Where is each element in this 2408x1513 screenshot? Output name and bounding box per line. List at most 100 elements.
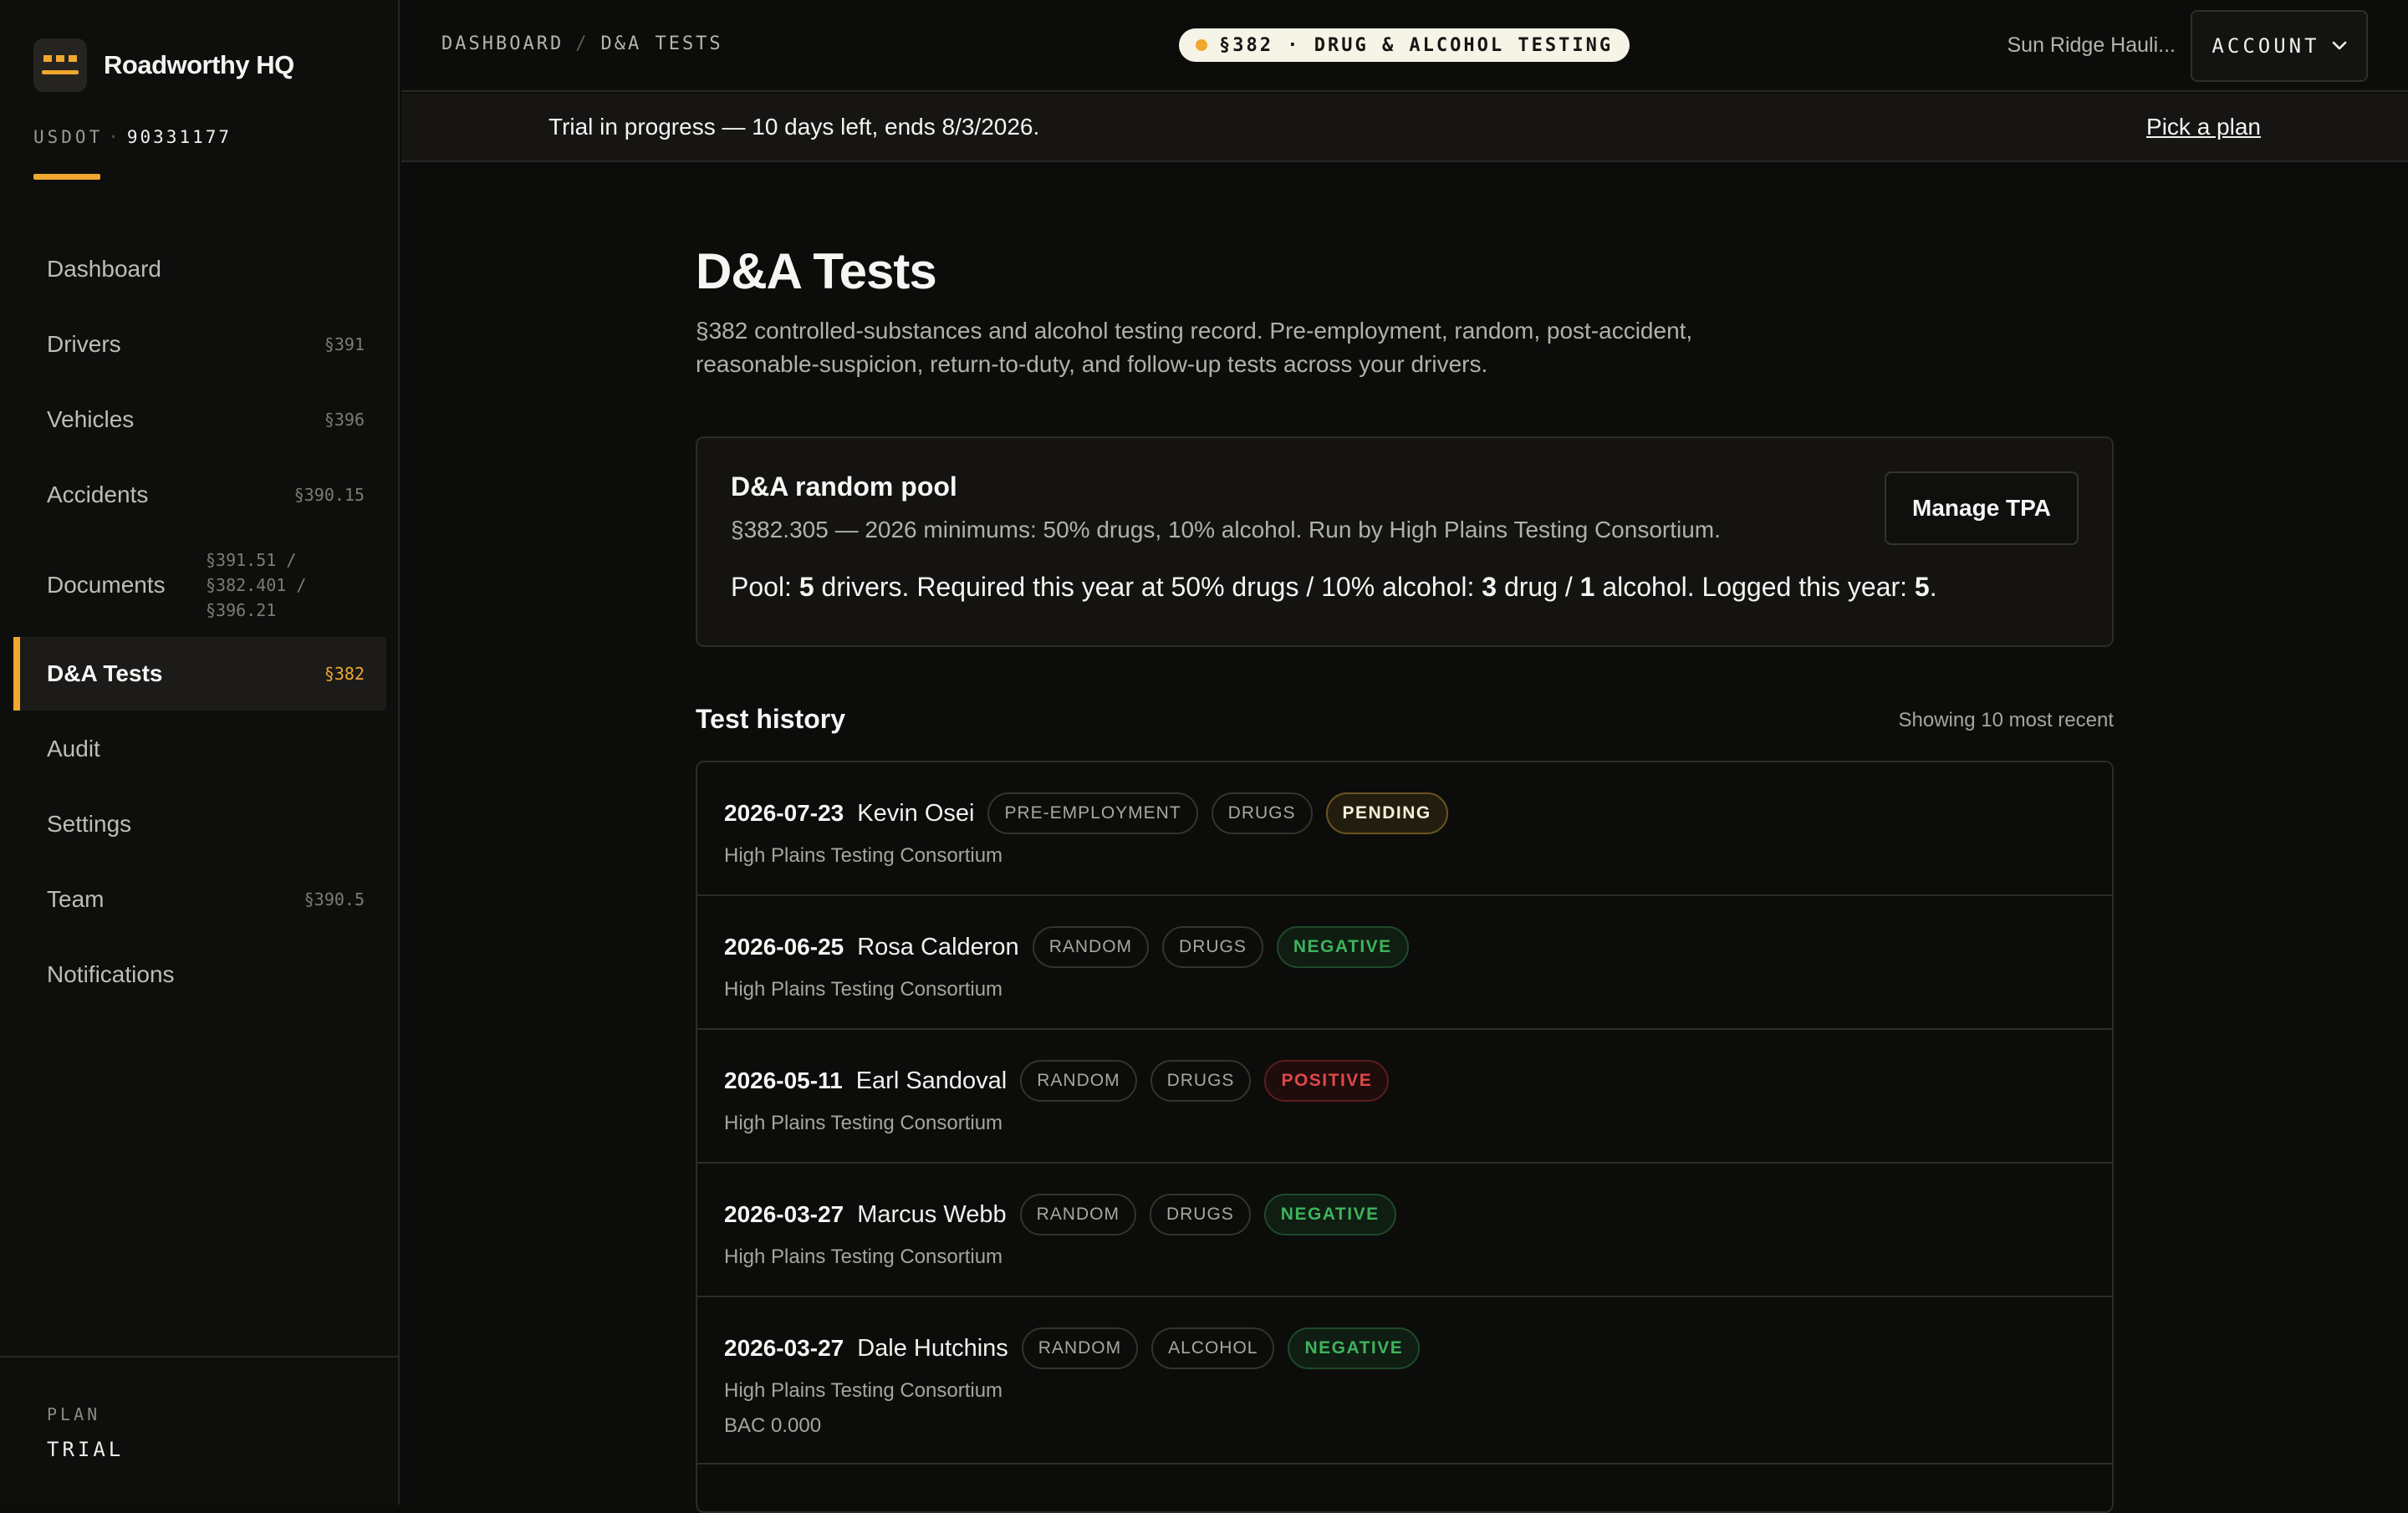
sidebar-item-team[interactable]: Team §390.5 <box>13 863 386 936</box>
usdot-label: USDOT <box>33 127 104 147</box>
test-driver: Rosa Calderon <box>857 933 1019 960</box>
page-title: D&A Tests <box>696 243 937 299</box>
test-driver: Kevin Osei <box>857 799 975 827</box>
test-date: 2026-05-11 <box>724 1067 843 1093</box>
status-dot-icon <box>1196 39 1207 51</box>
test-provider: High Plains Testing Consortium <box>724 844 1003 867</box>
sidebar-item-label: Audit <box>47 736 100 762</box>
sidebar-item-notifications[interactable]: Notifications <box>13 938 386 1011</box>
sidebar-item-label: Notifications <box>47 961 175 987</box>
sidebar-item-label: D&A Tests <box>47 660 163 686</box>
test-date: 2026-07-23 <box>724 800 844 826</box>
test-row[interactable]: 2026-03-27 Dale Hutchins RANDOM ALCOHOL … <box>697 1297 2112 1465</box>
sidebar-item-code: §390.15 <box>293 485 365 505</box>
sidebar-item-vehicles[interactable]: Vehicles §396 <box>13 383 386 456</box>
sidebar-item-da-tests[interactable]: D&A Tests §382 <box>13 637 386 711</box>
sidebar-item-accidents[interactable]: Accidents §390.15 <box>13 458 386 532</box>
test-type-badge: RANDOM <box>1019 1194 1136 1235</box>
substance-badge: DRUGS <box>1149 1194 1251 1235</box>
regulation-badge: §382 · DRUG & ALCOHOL TESTING <box>1179 28 1630 62</box>
test-type-badge: RANDOM <box>1032 926 1150 968</box>
sidebar-item-label: Settings <box>47 811 132 837</box>
test-date: 2026-03-27 <box>724 1335 844 1361</box>
breadcrumb-current: D&A TESTS <box>600 33 723 54</box>
usdot-number: USDOT · 90331177 <box>33 127 232 147</box>
trial-message: Trial in progress — 10 days left, ends 8… <box>548 114 1040 140</box>
sidebar-item-label: Drivers <box>47 331 121 357</box>
test-date: 2026-06-25 <box>724 934 844 960</box>
pool-subtitle: §382.305 — 2026 minimums: 50% drugs, 10%… <box>731 517 1721 543</box>
truck-logo-icon <box>33 38 87 92</box>
sidebar-item-label: Dashboard <box>47 256 161 282</box>
plan-label: PLAN <box>47 1404 101 1424</box>
result-badge: NEGATIVE <box>1288 1327 1421 1369</box>
test-type-badge: PRE-EMPLOYMENT <box>987 792 1198 834</box>
plan-value: TRIAL <box>47 1438 125 1461</box>
sidebar-item-code: §391 <box>324 334 365 354</box>
test-provider: High Plains Testing Consortium <box>724 1246 1003 1268</box>
test-row[interactable]: 2026-06-25 Rosa Calderon RANDOM DRUGS NE… <box>697 896 2112 1030</box>
test-history-list: 2026-07-23 Kevin Osei PRE-EMPLOYMENT DRU… <box>696 761 2114 1513</box>
company-name: Sun Ridge Hauli... <box>2007 33 2176 57</box>
test-date: 2026-03-27 <box>724 1201 844 1227</box>
pool-stats: Pool: 5 drivers. Required this year at 5… <box>731 572 1937 602</box>
substance-badge: ALCOHOL <box>1151 1327 1275 1369</box>
brand-name: Roadworthy HQ <box>104 50 294 79</box>
test-row[interactable]: 2026-07-23 Kevin Osei PRE-EMPLOYMENT DRU… <box>697 762 2112 896</box>
sidebar: Roadworthy HQ USDOT · 90331177 Dashboard D… <box>0 0 400 1505</box>
substance-badge: DRUGS <box>1211 792 1313 834</box>
pool-title: D&A random pool <box>731 471 957 502</box>
sidebar-item-label: Team <box>47 886 105 912</box>
account-label: ACCOUNT <box>2212 34 2320 58</box>
test-provider: High Plains Testing Consortium <box>724 1379 1003 1402</box>
breadcrumb-dashboard[interactable]: DASHBOARD <box>441 33 564 54</box>
alcohol-tests-required: 1 <box>1579 572 1595 602</box>
test-provider: High Plains Testing Consortium <box>724 978 1003 1001</box>
top-bar: DASHBOARD / D&A TESTS §382 · DRUG & ALCOHO… <box>401 0 2408 92</box>
test-driver: Marcus Webb <box>857 1200 1007 1228</box>
drug-tests-required: 3 <box>1482 572 1497 602</box>
sidebar-item-settings[interactable]: Settings <box>13 787 386 861</box>
sidebar-item-audit[interactable]: Audit <box>13 712 386 786</box>
sidebar-item-code: §391.51 / §382.401 / §396.21 <box>206 550 307 620</box>
pool-driver-count: 5 <box>798 572 814 602</box>
brand[interactable]: Roadworthy HQ <box>33 38 294 92</box>
test-driver: Earl Sandoval <box>855 1067 1008 1094</box>
manage-tpa-button[interactable]: Manage TPA <box>1885 471 2079 545</box>
usdot-underline <box>33 174 100 180</box>
chevron-down-icon <box>2332 41 2346 50</box>
test-history-count: Showing 10 most recent <box>1898 709 2114 731</box>
test-history-title: Test history <box>696 704 845 734</box>
substance-badge: DRUGS <box>1162 926 1263 968</box>
regulation-badge-label: §382 · DRUG & ALCOHOL TESTING <box>1219 34 1614 56</box>
test-provider: High Plains Testing Consortium <box>724 1112 1003 1134</box>
trial-banner: Trial in progress — 10 days left, ends 8… <box>401 94 2408 162</box>
test-type-badge: RANDOM <box>1021 1327 1139 1369</box>
test-type-badge: RANDOM <box>1020 1060 1137 1102</box>
sidebar-plan: PLAN TRIAL <box>0 1356 398 1505</box>
result-badge: NEGATIVE <box>1263 1194 1396 1235</box>
sidebar-nav: Dashboard Drivers §391 Vehicles §396 Acc… <box>13 232 386 1013</box>
sidebar-item-code: §382 <box>324 664 365 684</box>
sidebar-item-drivers[interactable]: Drivers §391 <box>13 308 386 381</box>
result-badge: NEGATIVE <box>1276 926 1409 968</box>
result-badge: POSITIVE <box>1264 1060 1390 1102</box>
substance-badge: DRUGS <box>1150 1060 1252 1102</box>
sidebar-item-label: Accidents <box>47 481 149 507</box>
sidebar-item-dashboard[interactable]: Dashboard <box>13 232 386 306</box>
sidebar-item-code: §396 <box>324 410 365 430</box>
random-pool-card: D&A random pool §382.305 — 2026 minimums… <box>696 436 2114 647</box>
tests-logged-count: 5 <box>1914 572 1930 602</box>
sidebar-item-code: §390.5 <box>304 889 365 909</box>
test-row[interactable]: 2026-03-27 Marcus Webb RANDOM DRUGS NEGA… <box>697 1164 2112 1297</box>
account-button[interactable]: ACCOUNT <box>2191 10 2368 82</box>
sidebar-item-label: Documents <box>47 572 166 598</box>
result-badge: PENDING <box>1325 792 1448 834</box>
test-row[interactable]: 2026-05-11 Earl Sandoval RANDOM DRUGS PO… <box>697 1030 2112 1164</box>
breadcrumb: DASHBOARD / D&A TESTS <box>441 33 723 54</box>
test-bac-value: BAC 0.000 <box>724 1414 822 1437</box>
test-driver: Dale Hutchins <box>857 1334 1008 1362</box>
usdot-value: 90331177 <box>126 127 232 147</box>
sidebar-item-documents[interactable]: Documents §391.51 / §382.401 / §396.21 <box>13 533 386 637</box>
pick-plan-link[interactable]: Pick a plan <box>2146 114 2261 140</box>
